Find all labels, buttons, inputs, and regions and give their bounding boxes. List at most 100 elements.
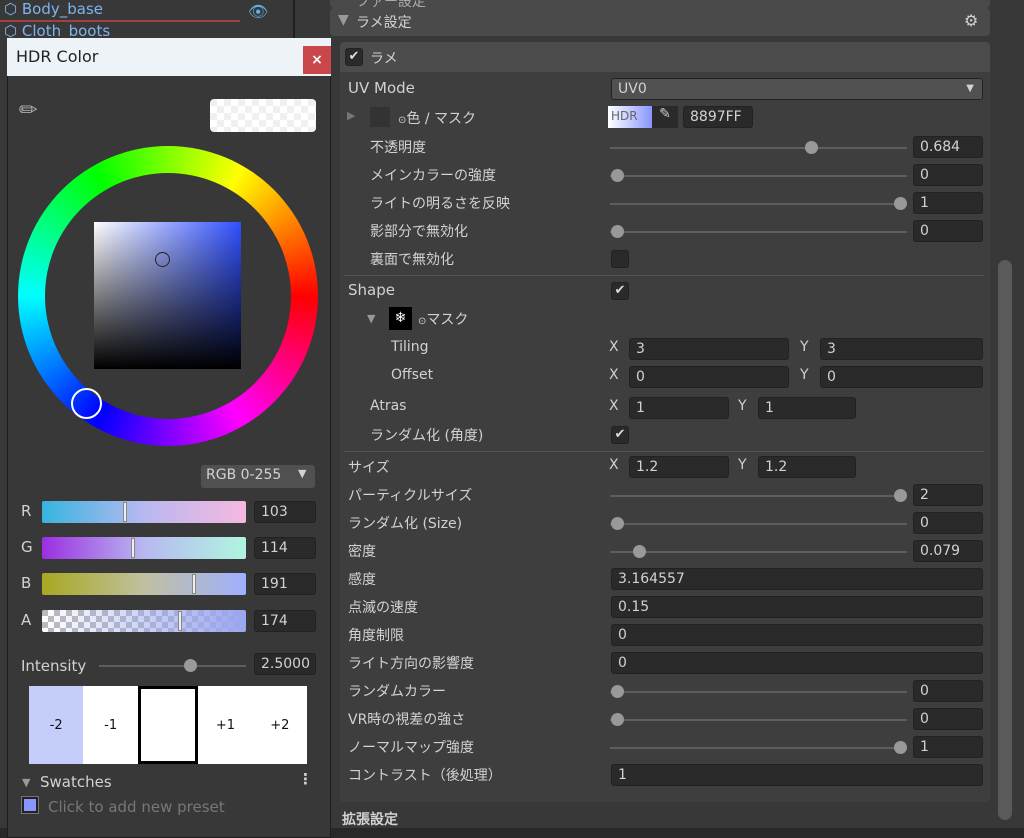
extended-settings-header[interactable]: 拡張設定 [342,809,398,829]
slider-c2-field[interactable]: 1 [913,736,983,758]
slider-b0-field[interactable]: 2 [913,484,983,506]
slider-c1-field[interactable]: 0 [913,708,983,730]
slider-b2-slider[interactable] [610,551,907,553]
atras-x-field[interactable]: 1 [629,397,729,419]
gear-icon[interactable]: ⚙ [964,11,978,30]
atras-y-field[interactable]: 1 [758,397,856,419]
offset-x-field[interactable]: 0 [629,366,789,388]
exposure-current[interactable] [137,686,199,764]
y-label: Y [800,367,809,383]
slider-b2-field[interactable]: 0.079 [913,540,983,562]
hierarchy-item[interactable]: ⬡ Body_base [4,0,103,18]
size-y-field[interactable]: 1.2 [758,456,856,478]
value-field[interactable]: 0 [611,624,983,646]
value-field[interactable]: 0 [611,652,983,674]
slider-a3-slider[interactable] [610,231,907,233]
offset-y-field[interactable]: 0 [820,366,983,388]
intensity-field[interactable]: 2.5000 [254,653,316,675]
slider-b1-field[interactable]: 0 [913,512,983,534]
visibility-icon[interactable]: 👁 [248,2,268,21]
value-field[interactable]: 0.15 [611,596,983,618]
exposure-minus1[interactable]: -1 [83,686,137,764]
slider-b0-knob[interactable] [894,489,907,502]
slider-a3-knob[interactable] [611,225,624,238]
tiling-y-field[interactable]: 3 [820,338,983,360]
slider-a1-field[interactable]: 0 [913,164,983,186]
preset-swatch[interactable] [21,796,39,814]
add-preset-link[interactable]: Click to add new preset [48,798,225,816]
slider-b1-knob[interactable] [611,517,624,530]
foldout-prev[interactable]: ファー設定 [330,0,990,8]
channel-field[interactable]: 191 [254,573,316,595]
prev-section-title: ファー設定 [356,0,426,8]
hex-field[interactable]: 8897FF [683,106,753,128]
channel-slider[interactable] [42,501,246,523]
sv-handle[interactable] [155,252,170,267]
channel-thumb[interactable] [131,538,136,558]
slider-c0-slider[interactable] [610,691,907,693]
slider-a0-knob[interactable] [804,141,818,154]
shape-checkbox[interactable]: ✔ [611,282,629,300]
x-label: X [609,339,619,355]
channel-label: B [21,574,32,592]
channel-slider[interactable] [42,573,246,595]
sparkle-texture-icon[interactable]: ❄ [389,307,412,330]
triangle-down-icon[interactable]: ▼ [367,312,375,325]
triangle-down-icon[interactable]: ▼ [22,776,30,789]
divider [344,275,984,276]
hue-handle[interactable] [71,388,102,419]
exposure-plus1[interactable]: +1 [198,686,252,764]
channel-thumb[interactable] [122,502,127,522]
eyedropper-icon[interactable]: ✎ [652,106,678,128]
saturation-value-square[interactable] [94,222,241,369]
slider-a0-slider[interactable] [610,147,907,149]
size-x-field[interactable]: 1.2 [629,456,729,478]
channel-field[interactable]: 174 [254,610,316,632]
hdr-color-swatch[interactable]: HDR [608,106,652,128]
color-mask-label: 色 / マスク [406,111,477,127]
intensity-knob[interactable] [184,659,197,672]
slider-a3-field[interactable]: 0 [913,220,983,242]
slider-b0-slider[interactable] [610,495,907,497]
channel-field[interactable]: 103 [254,501,316,523]
channel-thumb[interactable] [178,611,183,631]
exposure-minus2[interactable]: -2 [29,686,84,764]
field-label: 点滅の速度 [348,600,418,616]
channel-field[interactable]: 114 [254,537,316,559]
more-options-icon[interactable]: ⋮ [298,770,313,788]
slider-a2-slider[interactable] [610,203,907,205]
scrollbar[interactable] [998,260,1012,820]
slider-a1-knob[interactable] [611,169,624,182]
channel-thumb[interactable] [191,574,196,594]
slider-b1-slider[interactable] [610,523,907,525]
texture-slot[interactable] [370,107,390,127]
slider-c2-slider[interactable] [610,747,907,749]
x-label: X [609,398,619,414]
slider-a1-slider[interactable] [610,175,907,177]
contrast-field[interactable]: 1 [611,764,983,786]
channel-slider[interactable] [42,610,246,632]
slider-c2-knob[interactable] [894,741,907,754]
mask-label: マスク [426,312,469,328]
foldout-lame-settings[interactable]: ▼ ラメ設定 ⚙ [330,8,990,36]
slider-a2-knob[interactable] [894,197,907,210]
slider-a0-field[interactable]: 0.684 [913,136,983,158]
lame-checkbox[interactable]: ✔ [345,48,363,66]
uv-mode-dropdown[interactable]: UV0 ▼ [611,78,983,100]
slider-c1-slider[interactable] [610,719,907,721]
triangle-down-icon: ▼ [338,12,349,28]
slider-c0-field[interactable]: 0 [913,680,983,702]
close-button[interactable]: × [303,46,331,74]
backface-checkbox[interactable] [611,250,629,268]
slider-c1-knob[interactable] [611,713,624,726]
lame-label: ラメ [370,51,398,67]
channel-slider[interactable] [42,537,246,559]
random-angle-checkbox[interactable]: ✔ [611,426,629,444]
exposure-plus2[interactable]: +2 [253,686,307,764]
intensity-slider[interactable] [99,665,246,667]
tiling-x-field[interactable]: 3 [629,338,789,360]
value-field[interactable]: 3.164557 [611,568,983,590]
triangle-right-icon[interactable]: ▶ [347,109,355,122]
slider-a2-field[interactable]: 1 [913,192,983,214]
slider-c0-knob[interactable] [611,685,624,698]
